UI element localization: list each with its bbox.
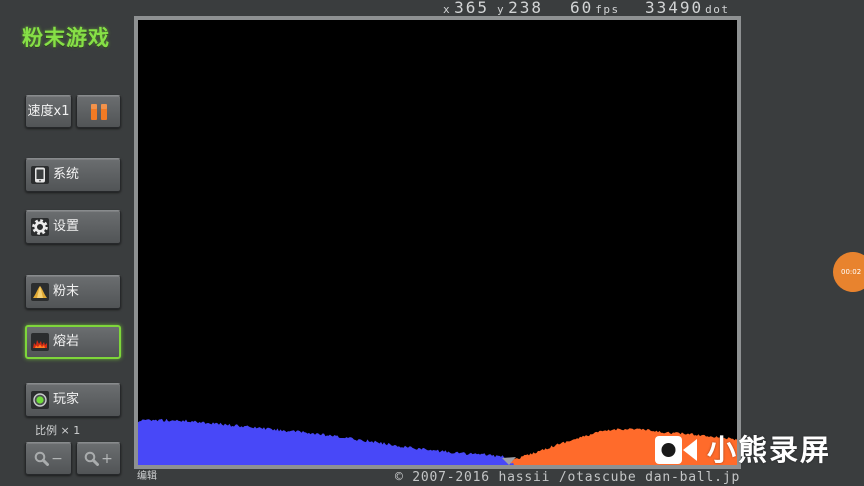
cursor-x-readout: x 365 <box>443 0 489 16</box>
settings-button[interactable]: 设置 <box>25 210 121 244</box>
cursor-x-value: 365 <box>454 0 490 17</box>
lava-icon <box>31 333 49 351</box>
player-button[interactable]: 玩家 <box>25 383 121 417</box>
powder-icon <box>31 283 49 301</box>
app-title: 粉末游戏 <box>22 26 110 50</box>
tablet-icon <box>31 166 49 184</box>
copyright-text: © 2007-2016 hassii /otascube dan-ball.jp <box>395 470 741 485</box>
powder-pile-left <box>138 418 514 465</box>
video-camera-icon <box>655 436 697 464</box>
speed-label: 速度x1 <box>27 103 70 119</box>
recorder-watermark: 小熊录屏 <box>655 434 831 466</box>
powder-layer <box>138 418 737 465</box>
game-canvas[interactable] <box>134 16 741 469</box>
recording-timer[interactable]: 00:02 <box>832 252 864 292</box>
zoom-out-icon <box>34 451 50 466</box>
timer-text: 00:02 <box>841 268 862 276</box>
dot-count-value: 33490 <box>645 0 704 17</box>
powder-button[interactable]: 粉末 <box>25 275 121 309</box>
gear-icon <box>31 218 49 236</box>
lava-button[interactable]: 熔岩 <box>25 325 121 359</box>
settings-label: 设置 <box>53 219 80 234</box>
zoom-out-sign: − <box>51 450 63 467</box>
powder-label: 粉末 <box>53 284 80 299</box>
dot-count-readout: 33490 dot <box>645 0 730 16</box>
cursor-y-readout: y 238 <box>497 0 543 16</box>
mode-label: 编辑 <box>137 471 157 482</box>
player-label: 玩家 <box>53 392 80 407</box>
zoom-in-icon <box>84 451 100 466</box>
lava-label: 熔岩 <box>53 334 80 349</box>
fps-readout: 60 fps <box>570 0 620 16</box>
cursor-y-value: 238 <box>508 0 544 17</box>
scale-label: 比例 × 1 <box>35 424 81 437</box>
speed-button[interactable]: 速度x1 <box>25 95 72 128</box>
system-button[interactable]: 系统 <box>25 158 121 192</box>
system-label: 系统 <box>53 167 80 182</box>
pause-icon <box>90 103 107 120</box>
zoom-in-sign: + <box>101 450 113 467</box>
player-icon <box>31 391 49 409</box>
zoom-in-button[interactable]: + <box>76 442 121 475</box>
fps-value: 60 <box>570 0 594 17</box>
pause-button[interactable] <box>76 95 121 128</box>
zoom-out-button[interactable]: − <box>25 442 72 475</box>
recorder-label: 小熊录屏 <box>707 433 832 467</box>
